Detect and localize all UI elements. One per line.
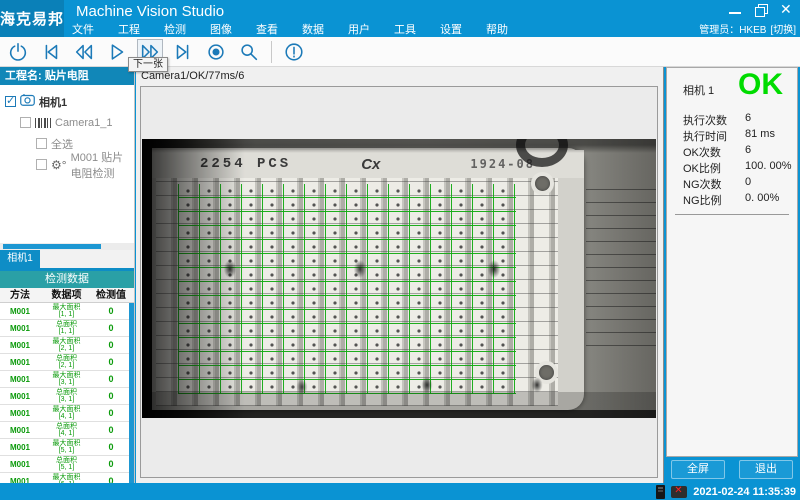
search-icon[interactable] [236,39,262,65]
camera-image: 2254 PCS Cx 1924-08 [142,139,656,418]
menubar: 文件 工程 检测 图像 查看 数据 用户 工具 设置 帮助 管理员：HKEB [… [70,21,800,37]
clock-timestamp: 2021-02-24 11:35:39 [693,486,796,498]
tree-item-m001[interactable]: ⚙° M001 贴片电阻检测 [0,154,134,175]
menu-user[interactable]: 用户 [346,21,372,37]
play-icon[interactable] [104,39,130,65]
menu-image[interactable]: 图像 [208,21,234,37]
scrollbar-thumb[interactable] [129,303,134,499]
app-title: Machine Vision Studio [76,3,224,20]
barcode-icon [35,118,51,128]
disconnect-icon [671,486,687,498]
tree-item-camera1-1[interactable]: Camera1_1 [0,112,134,133]
switch-user-link[interactable]: [切换] [770,21,796,36]
project-tree: 相机1 Camera1_1 全选 ⚙° M001 贴片电阻检测 [0,85,134,243]
col-method: 方法 [0,288,40,302]
menu-settings[interactable]: 设置 [438,21,464,37]
close-icon[interactable] [780,3,794,17]
tooltip-next-image: 下一张 [128,57,168,72]
scrollbar-thumb[interactable] [3,244,101,249]
menu-tools[interactable]: 工具 [392,21,418,37]
table-row[interactable]: M001总面积[3, 1]0 [0,388,134,405]
stats-camera-label: 相机 1 [683,82,714,98]
table-row[interactable]: M001总面积[1, 1]0 [0,320,134,337]
image-viewer-panel: Camera1/OK/77ms/6 2254 PCS Cx 1924-08 [136,67,663,483]
photo-vignette [142,139,656,418]
fullscreen-button[interactable]: 全屏 [671,460,725,479]
menu-help[interactable]: 帮助 [484,21,510,37]
table-row[interactable]: M001最大面积[3, 1]0 [0,371,134,388]
col-item: 数据项 [40,288,93,302]
table-row[interactable]: M001总面积[2, 1]0 [0,354,134,371]
window-controls [728,3,794,17]
checkbox-checked[interactable] [5,96,16,107]
stats-box: 相机 1 OK 执行次数6 执行时间81 ms OK次数6 OK比例100. 0… [666,67,798,457]
detection-table: M001最大面积[1, 1]0 M001总面积[1, 1]0 M001最大面积[… [0,303,134,499]
minimize-icon[interactable] [728,3,742,17]
skip-first-icon[interactable] [38,39,64,65]
image-viewer[interactable]: 2254 PCS Cx 1924-08 [140,86,658,478]
result-badge: OK [738,68,783,102]
stats-divider [675,214,789,215]
info-icon[interactable] [281,39,307,65]
stat-ok-ratio: OK比例100. 00% [667,160,797,176]
checkbox-unchecked[interactable] [36,159,47,170]
statusbar: 2021-02-24 11:35:39 [0,483,800,500]
stat-ng-ratio: NG比例0. 00% [667,192,797,208]
menu-inspect[interactable]: 检测 [162,21,188,37]
app-window: 海克易邦 Machine Vision Studio 文件 工程 检测 图像 查… [0,0,800,500]
toolbar [0,37,800,67]
restore-icon[interactable] [754,3,768,17]
vertical-scrollbar[interactable] [129,303,134,499]
menu-data[interactable]: 数据 [300,21,326,37]
tab-camera1[interactable]: 相机1 [0,250,40,268]
gear-icon: ⚙° [51,160,67,170]
skip-last-icon[interactable] [170,39,196,65]
previous-icon[interactable] [71,39,97,65]
menu-view[interactable]: 查看 [254,21,280,37]
right-panel: 相机 1 OK 执行次数6 执行时间81 ms OK次数6 OK比例100. 0… [663,67,800,483]
horizontal-scrollbar[interactable] [0,243,134,250]
camera-tabs: 相机1 [0,250,134,268]
checkbox-unchecked[interactable] [20,117,31,128]
exit-button[interactable]: 退出 [739,460,793,479]
admin-label: 管理员：HKEB [699,21,766,36]
table-row[interactable]: M001最大面积[4, 1]0 [0,405,134,422]
detection-data-header: 检测数据 [0,271,134,288]
tree-item-camera1[interactable]: 相机1 [0,91,134,112]
brand-logo: 海克易邦 [0,0,64,37]
power-icon[interactable] [5,39,31,65]
action-buttons: 全屏 退出 [664,457,800,481]
stat-exec-count: 执行次数6 [667,112,797,128]
stat-ng-count: NG次数0 [667,176,797,192]
menu-project[interactable]: 工程 [116,21,142,37]
table-row[interactable]: M001总面积[5, 1]0 [0,456,134,473]
table-row[interactable]: M001最大面积[1, 1]0 [0,303,134,320]
record-icon[interactable] [203,39,229,65]
stat-exec-time: 执行时间81 ms [667,128,797,144]
project-name-header: 工程名: 贴片电阻 [0,67,134,85]
left-panel: 工程名: 贴片电阻 相机1 Camera1_1 全选 ⚙° M0 [0,67,135,483]
stat-ok-count: OK次数6 [667,144,797,160]
computer-icon [656,485,665,499]
checkbox-unchecked[interactable] [36,138,47,149]
table-row[interactable]: M001总面积[4, 1]0 [0,422,134,439]
col-value: 检测值 [93,288,129,302]
camera-icon [20,94,35,109]
menu-file[interactable]: 文件 [70,21,96,37]
table-row[interactable]: M001最大面积[2, 1]0 [0,337,134,354]
table-header: 方法 数据项 检测值 [0,288,134,303]
toolbar-separator [271,41,272,63]
table-row[interactable]: M001最大面积[5, 1]0 [0,439,134,456]
